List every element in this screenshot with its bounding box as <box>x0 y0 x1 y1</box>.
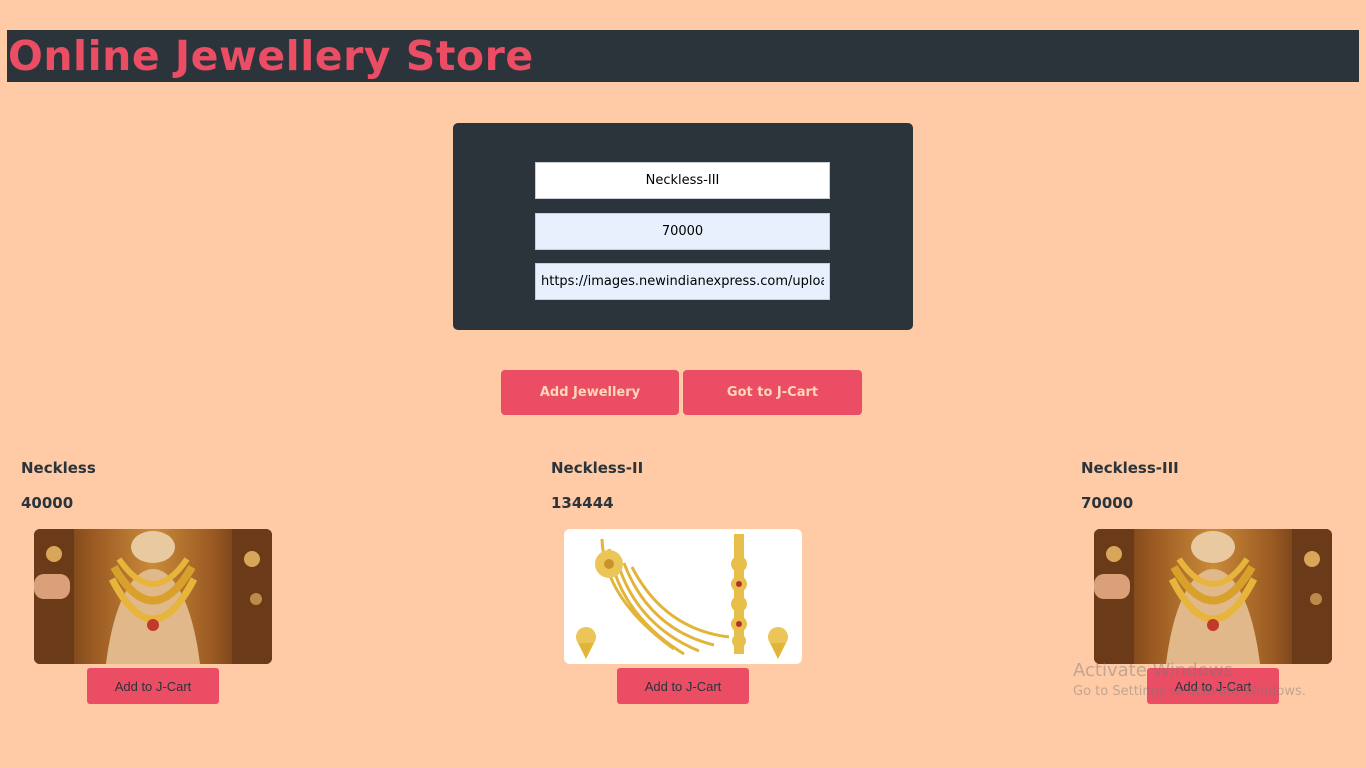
jewellery-image-url-input[interactable] <box>535 263 830 300</box>
product-name: Neckless <box>21 459 96 477</box>
gold-necklace-showroom-image <box>1094 529 1332 664</box>
product-card: Neckless 40000 Add to J-Cart <box>21 458 321 718</box>
product-name: Neckless-III <box>1081 459 1179 477</box>
product-price: 134444 <box>551 494 614 512</box>
product-price: 70000 <box>1081 494 1134 512</box>
gold-layered-necklace-image <box>564 529 802 664</box>
gold-necklace-showroom-image <box>34 529 272 664</box>
add-to-cart-button[interactable]: Add to J-Cart <box>1147 668 1279 704</box>
add-jewellery-button[interactable]: Add Jewellery <box>501 370 679 415</box>
product-image <box>1094 529 1332 664</box>
jewellery-price-input[interactable] <box>535 213 830 250</box>
product-image <box>34 529 272 664</box>
product-card: Neckless-III 70000 Add to J-Cart <box>1081 458 1366 718</box>
product-name: Neckless-II <box>551 459 644 477</box>
go-to-cart-button[interactable]: Got to J-Cart <box>683 370 862 415</box>
add-to-cart-button[interactable]: Add to J-Cart <box>87 668 219 704</box>
page-title: Online Jewellery Store <box>8 32 534 80</box>
header-bar: Online Jewellery Store <box>7 30 1359 82</box>
product-card: Neckless-II 134444 Add to J-Cart <box>551 458 851 718</box>
jewellery-name-input[interactable] <box>535 162 830 199</box>
product-price: 40000 <box>21 494 74 512</box>
product-image <box>564 529 802 664</box>
add-to-cart-button[interactable]: Add to J-Cart <box>617 668 749 704</box>
add-jewellery-form <box>453 123 913 330</box>
